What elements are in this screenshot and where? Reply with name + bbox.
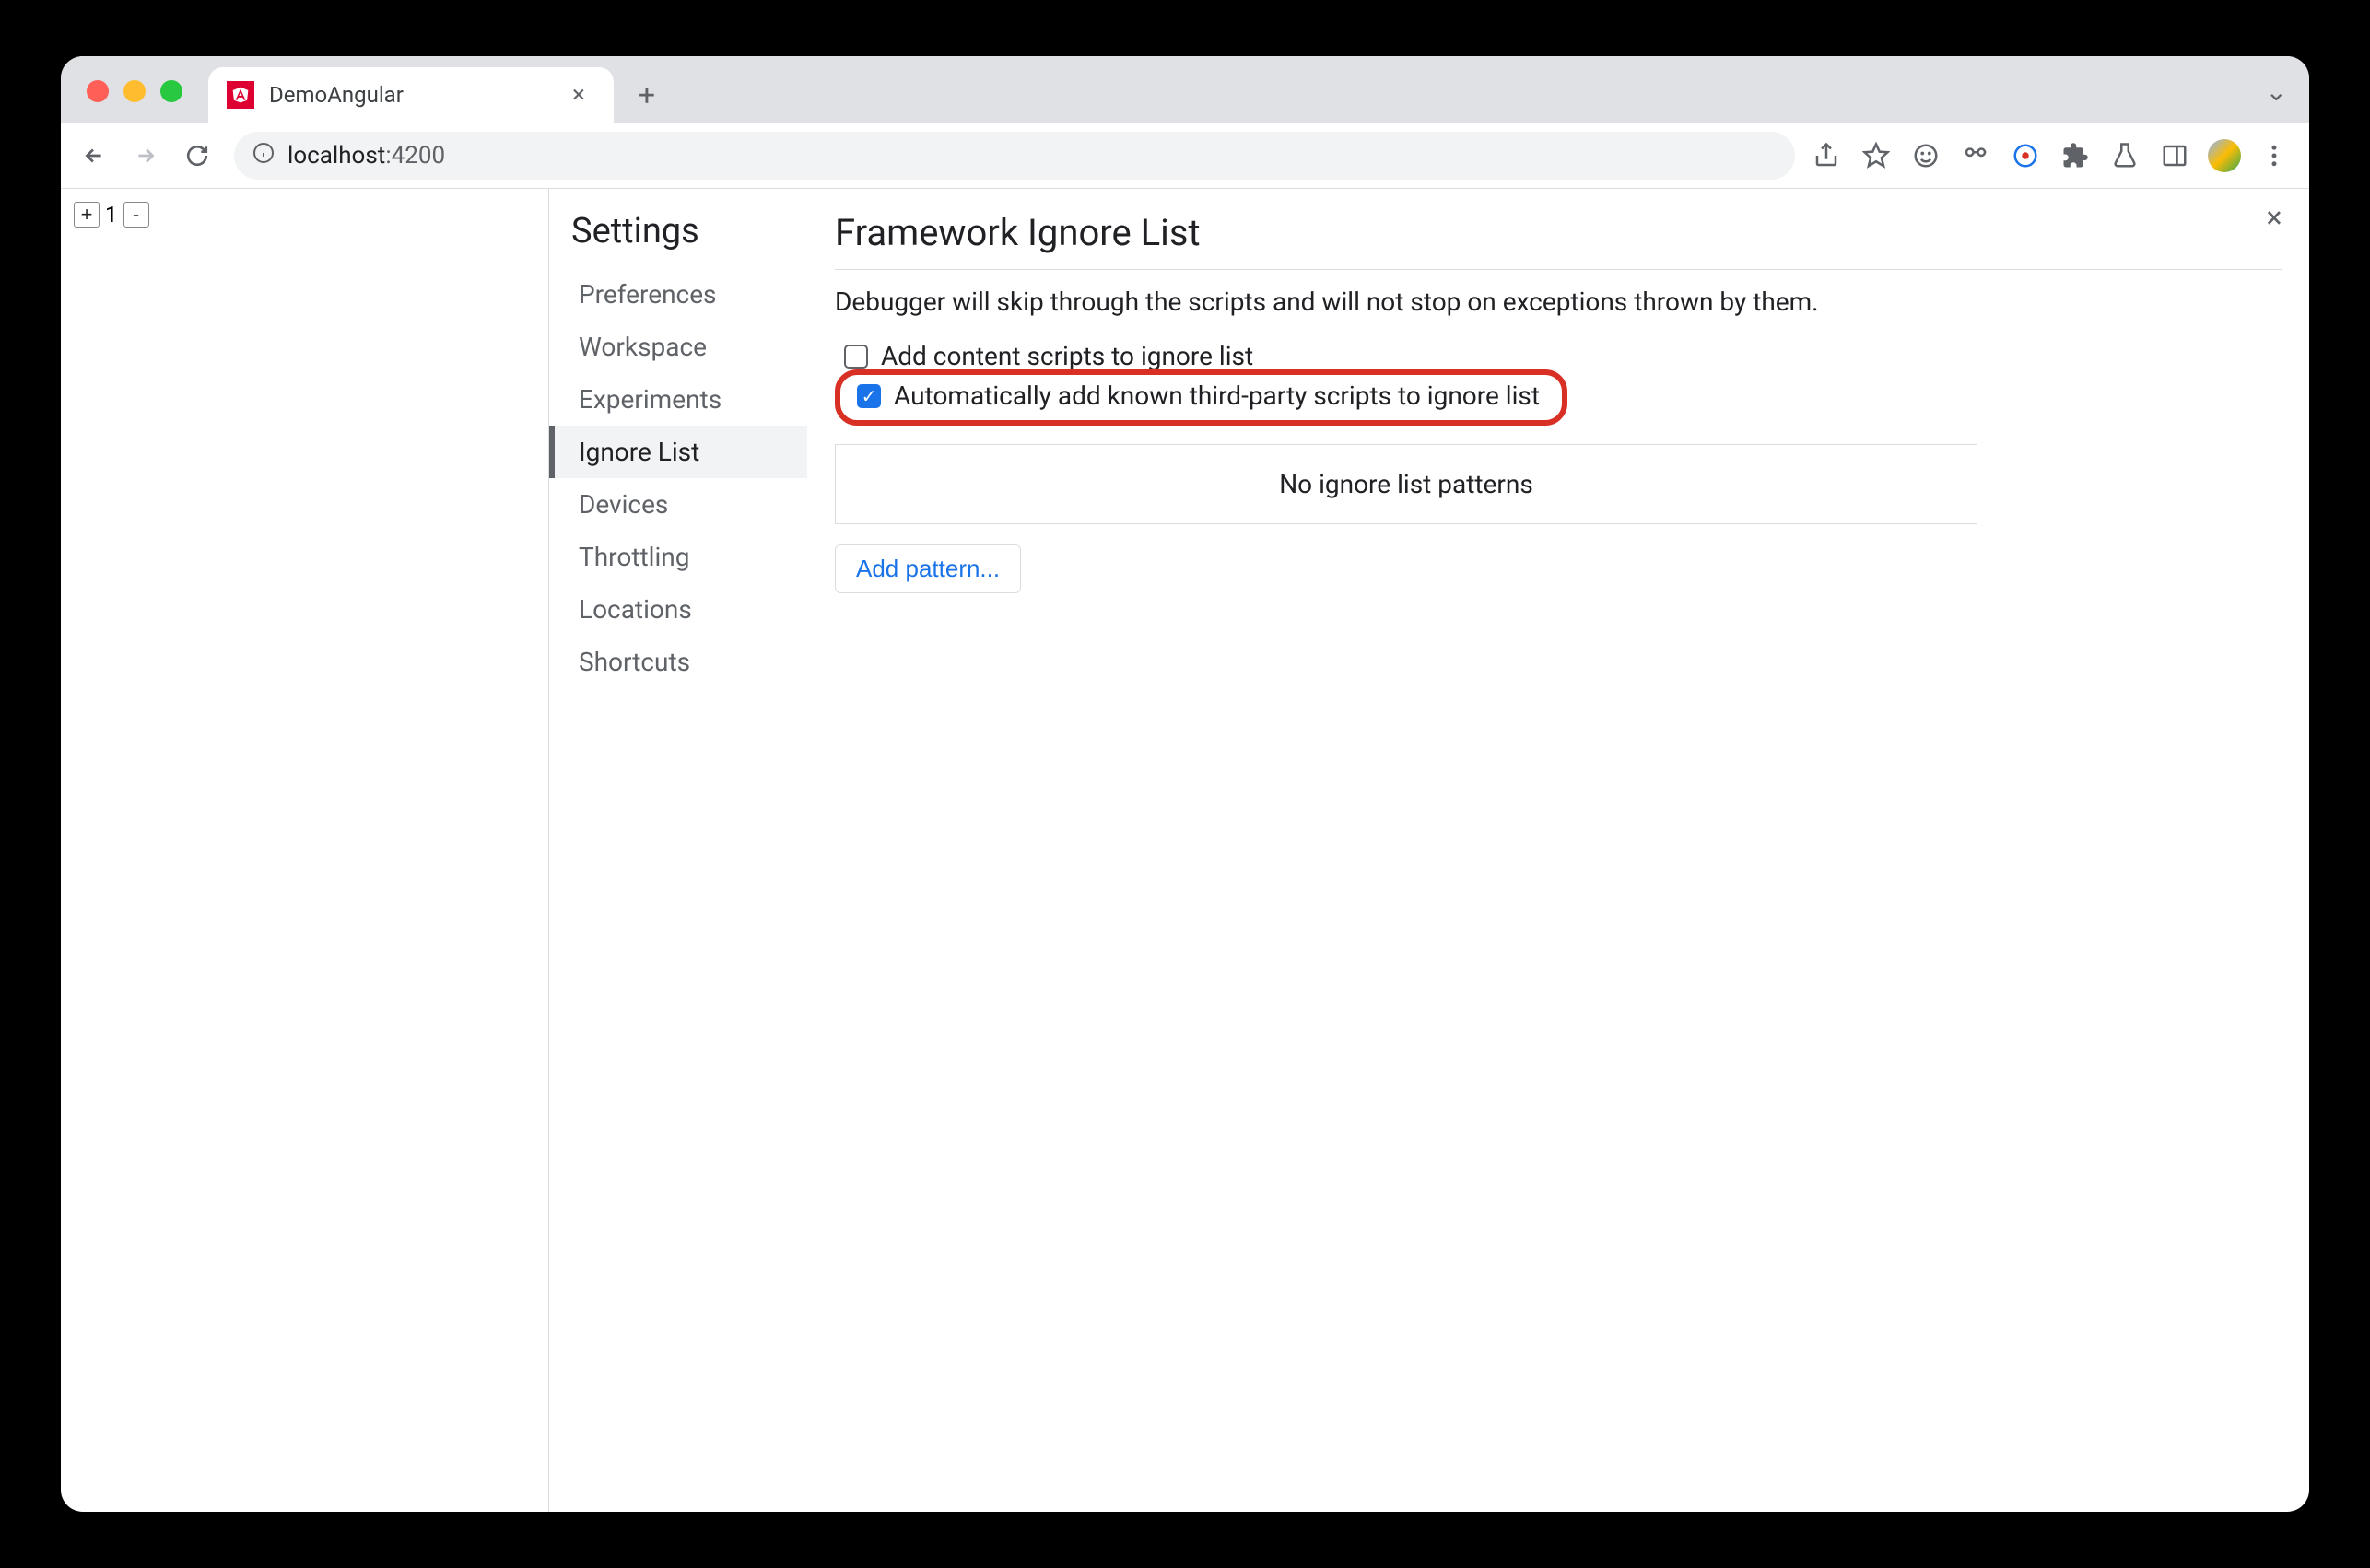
extension-icon-3[interactable] bbox=[2009, 139, 2042, 172]
annotation-highlight: ✓ Automatically add known third-party sc… bbox=[835, 369, 1567, 426]
url-host: localhost bbox=[287, 142, 385, 170]
tab-title: DemoAngular bbox=[269, 82, 551, 108]
counter-value: 1 bbox=[103, 202, 120, 228]
checkbox-third-party-scripts[interactable]: ✓ Automatically add known third-party sc… bbox=[848, 377, 1549, 415]
close-window-button[interactable] bbox=[87, 80, 109, 102]
minimize-window-button[interactable] bbox=[123, 80, 146, 102]
menu-locations[interactable]: Locations bbox=[571, 583, 807, 636]
section-description: Debugger will skip through the scripts a… bbox=[835, 287, 2282, 317]
extensions-puzzle-icon[interactable] bbox=[2059, 139, 2092, 172]
add-pattern-button[interactable]: Add pattern... bbox=[835, 544, 1021, 593]
new-tab-button[interactable]: + bbox=[625, 73, 669, 117]
menu-shortcuts[interactable]: Shortcuts bbox=[571, 636, 807, 688]
settings-title: Settings bbox=[571, 211, 807, 252]
url-text: localhost:4200 bbox=[287, 142, 445, 170]
labs-flask-icon[interactable] bbox=[2108, 139, 2141, 172]
chrome-menu-icon[interactable] bbox=[2258, 139, 2291, 172]
settings-menu: Preferences Workspace Experiments Ignore… bbox=[571, 268, 807, 688]
tabs-dropdown-icon[interactable]: ⌄ bbox=[2266, 76, 2287, 107]
settings-content: Framework Ignore List Debugger will skip… bbox=[807, 189, 2309, 1512]
extension-icon-2[interactable] bbox=[1959, 139, 1992, 172]
maximize-window-button[interactable] bbox=[160, 80, 182, 102]
empty-patterns-text: No ignore list patterns bbox=[1279, 469, 1533, 499]
browser-window: DemoAngular × + ⌄ localhost:4200 bbox=[61, 56, 2309, 1512]
devtools-settings-panel: × Settings Preferences Workspace Experim… bbox=[549, 189, 2309, 1512]
window-controls bbox=[61, 80, 208, 102]
address-bar[interactable]: localhost:4200 bbox=[234, 132, 1795, 180]
settings-sidebar: Settings Preferences Workspace Experimen… bbox=[549, 189, 807, 1512]
share-icon[interactable] bbox=[1810, 139, 1843, 172]
tab-strip: DemoAngular × + ⌄ bbox=[61, 56, 2309, 123]
site-info-icon[interactable] bbox=[252, 142, 275, 170]
checkbox-icon[interactable] bbox=[844, 345, 868, 369]
toolbar-actions bbox=[1810, 139, 2298, 172]
section-heading: Framework Ignore List bbox=[835, 211, 2282, 270]
menu-experiments[interactable]: Experiments bbox=[571, 373, 807, 426]
ignore-patterns-list: No ignore list patterns bbox=[835, 444, 1977, 524]
back-button[interactable] bbox=[72, 134, 116, 178]
profile-avatar[interactable] bbox=[2208, 139, 2241, 172]
close-tab-icon[interactable]: × bbox=[566, 81, 592, 109]
menu-workspace[interactable]: Workspace bbox=[571, 321, 807, 373]
angular-icon bbox=[227, 81, 254, 109]
page-content: + 1 - bbox=[61, 189, 549, 1512]
panel-icon[interactable] bbox=[2158, 139, 2191, 172]
close-settings-icon[interactable]: × bbox=[2258, 200, 2291, 235]
menu-devices[interactable]: Devices bbox=[571, 478, 807, 531]
menu-throttling[interactable]: Throttling bbox=[571, 531, 807, 583]
browser-tab[interactable]: DemoAngular × bbox=[208, 67, 614, 123]
increment-button[interactable]: + bbox=[74, 202, 100, 228]
menu-ignore-list[interactable]: Ignore List bbox=[549, 426, 807, 478]
decrement-button[interactable]: - bbox=[123, 202, 149, 228]
forward-button[interactable] bbox=[123, 134, 168, 178]
toolbar: localhost:4200 bbox=[61, 123, 2309, 189]
bookmark-star-icon[interactable] bbox=[1860, 139, 1893, 172]
extension-icon-1[interactable] bbox=[1909, 139, 1942, 172]
viewport: + 1 - × Settings Preferences Workspace E… bbox=[61, 189, 2309, 1512]
reload-button[interactable] bbox=[175, 134, 219, 178]
checkbox-icon[interactable]: ✓ bbox=[857, 384, 881, 408]
checkbox-label: Automatically add known third-party scri… bbox=[894, 380, 1540, 411]
checkbox-label: Add content scripts to ignore list bbox=[881, 341, 1253, 371]
menu-preferences[interactable]: Preferences bbox=[571, 268, 807, 321]
url-port: :4200 bbox=[385, 142, 445, 170]
